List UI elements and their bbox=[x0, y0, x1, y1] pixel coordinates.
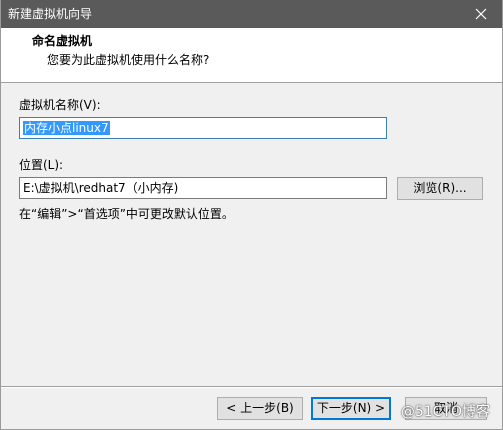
location-input[interactable]: E:\虚拟机\redhat7（小内存) bbox=[19, 177, 387, 199]
page-subtitle: 您要为此虚拟机使用什么名称? bbox=[47, 53, 210, 67]
back-button[interactable]: < 上一步(B) bbox=[217, 397, 303, 420]
browse-button-label: 浏览(R)... bbox=[413, 181, 467, 195]
back-button-label: < 上一步(B) bbox=[226, 401, 294, 415]
location-hint: 在“编辑”>“首选项”中可更改默认位置。 bbox=[19, 207, 234, 221]
wizard-body: 虚拟机名称(V): 内存小点linux7 位置(L): E:\虚拟机\redha… bbox=[1, 83, 502, 429]
vm-name-value: 内存小点linux7 bbox=[23, 121, 110, 135]
page-title: 命名虚拟机 bbox=[32, 34, 93, 48]
window-title: 新建虚拟机向导 bbox=[8, 7, 93, 21]
wizard-window: 新建虚拟机向导 命名虚拟机 您要为此虚拟机使用什么名称? 虚拟机名称(V): 内… bbox=[0, 0, 503, 430]
browse-button[interactable]: 浏览(R)... bbox=[397, 177, 483, 200]
title-bar[interactable]: 新建虚拟机向导 bbox=[1, 0, 502, 28]
wizard-header: 命名虚拟机 您要为此虚拟机使用什么名称? bbox=[1, 28, 502, 83]
location-label: 位置(L): bbox=[19, 158, 64, 172]
close-icon[interactable] bbox=[460, 0, 502, 28]
location-value: E:\虚拟机\redhat7（小内存) bbox=[23, 181, 179, 195]
watermark: @51CTO博客 bbox=[400, 404, 490, 420]
next-button[interactable]: 下一步(N) > bbox=[311, 397, 391, 420]
vm-name-input[interactable]: 内存小点linux7 bbox=[19, 117, 387, 139]
vm-name-label: 虚拟机名称(V): bbox=[19, 98, 101, 112]
footer-divider bbox=[1, 386, 502, 388]
next-button-label: 下一步(N) > bbox=[316, 401, 386, 415]
